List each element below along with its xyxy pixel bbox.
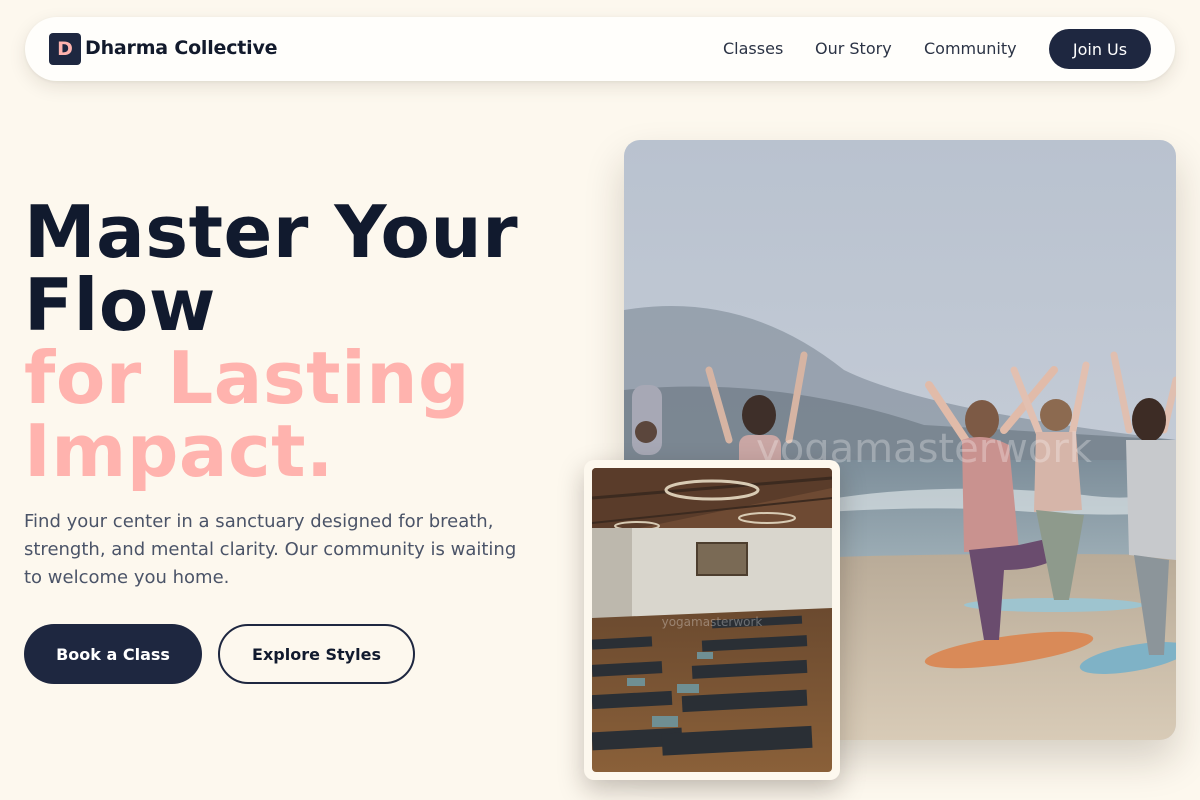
headline-accent-line-1: for Lasting bbox=[24, 336, 471, 420]
nav-link-our-story[interactable]: Our Story bbox=[815, 39, 892, 58]
nav-link-classes[interactable]: Classes bbox=[723, 39, 783, 58]
hero-headline: Master Your Flow for Lasting Impact. bbox=[24, 196, 518, 488]
nav-link-community[interactable]: Community bbox=[924, 39, 1017, 58]
hero-description: Find your center in a sanctuary designed… bbox=[24, 511, 517, 588]
studio-interior-image: yogamasterwork bbox=[592, 468, 832, 772]
logo-icon[interactable]: D bbox=[49, 33, 81, 65]
headline-accent-line-2: Impact. bbox=[24, 409, 334, 493]
studio-image-card: yogamasterwork bbox=[584, 460, 840, 780]
headline-line-2: Flow bbox=[24, 263, 216, 347]
headline-line-1: Master Your bbox=[24, 190, 519, 274]
top-navbar: D Dharma Collective Classes Our Story Co… bbox=[25, 17, 1175, 81]
studio-image-watermark: yogamasterwork bbox=[662, 615, 763, 629]
join-us-button[interactable]: Join Us bbox=[1049, 29, 1151, 69]
explore-styles-button[interactable]: Explore Styles bbox=[218, 624, 415, 684]
brand-name[interactable]: Dharma Collective bbox=[85, 37, 278, 59]
book-a-class-button[interactable]: Book a Class bbox=[24, 624, 202, 684]
